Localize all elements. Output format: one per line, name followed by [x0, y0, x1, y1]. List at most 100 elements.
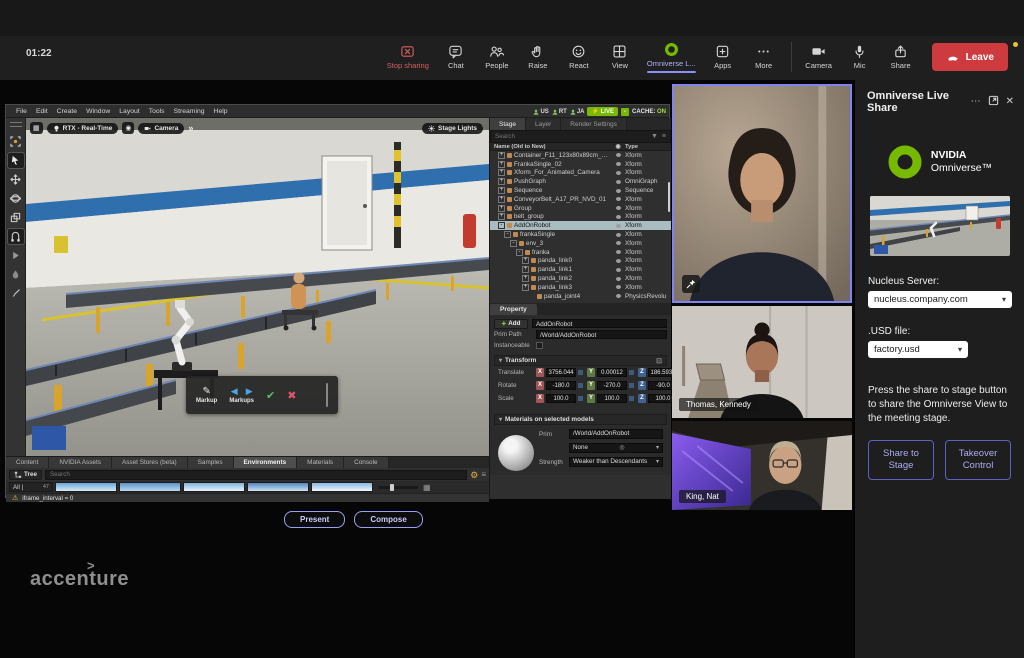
- transform-section-header[interactable]: ▾ Transform ⊡: [494, 355, 667, 366]
- menu-item[interactable]: File: [16, 108, 27, 115]
- chat-button[interactable]: Chat: [442, 44, 470, 70]
- raise-hand-button[interactable]: Raise: [524, 44, 552, 70]
- live-toggle-icon[interactable]: -: [621, 108, 629, 116]
- visibility-eye-icon[interactable]: [611, 268, 625, 272]
- expand-toggle-icon[interactable]: [522, 275, 529, 282]
- x-lock-icon[interactable]: [578, 383, 583, 388]
- toolbar-grip[interactable]: [10, 122, 22, 127]
- visibility-menu-button[interactable]: ◉: [122, 122, 134, 134]
- stage-tree-row[interactable]: panda_link0 Xform: [490, 257, 671, 266]
- y-lock-icon[interactable]: [629, 396, 634, 401]
- more-button[interactable]: More: [750, 44, 778, 70]
- add-property-button[interactable]: +Add: [494, 319, 528, 329]
- snap-tool[interactable]: [8, 229, 24, 244]
- stage-tree-row[interactable]: Xform_For_Animated_Camera Xform: [490, 169, 671, 178]
- expand-toggle-icon[interactable]: [504, 231, 511, 238]
- video-tile[interactable]: Thomas, Kennedy: [672, 306, 852, 418]
- list-options-icon[interactable]: ≡: [662, 133, 666, 140]
- content-browser-tab[interactable]: Materials: [297, 457, 344, 468]
- omniverse-app-tab[interactable]: Omniverse L...: [647, 42, 696, 73]
- stage-tree-row[interactable]: PushGraph OmniGraph: [490, 177, 671, 186]
- video-tile-pinned[interactable]: [672, 84, 852, 303]
- layout-panes-icon[interactable]: ≡: [481, 470, 486, 479]
- materials-section-header[interactable]: ▾ Materials on selected models: [494, 414, 667, 425]
- environment-thumb[interactable]: [247, 482, 309, 492]
- visibility-eye-icon[interactable]: [611, 241, 625, 245]
- environment-thumb[interactable]: [183, 482, 245, 492]
- visibility-eye-icon[interactable]: [611, 277, 625, 281]
- visibility-eye-icon[interactable]: [611, 250, 625, 254]
- takeover-control-button[interactable]: Takeover Control: [945, 440, 1011, 480]
- expand-toggle-icon[interactable]: [498, 205, 505, 212]
- environment-thumb[interactable]: [119, 482, 181, 492]
- leave-button[interactable]: Leave: [932, 43, 1008, 71]
- visibility-eye-icon[interactable]: [611, 224, 625, 228]
- transform-options-icon[interactable]: ⊡: [656, 357, 662, 365]
- visibility-eye-icon[interactable]: [611, 285, 625, 289]
- stage-tree-row[interactable]: panda_joint4 PhysicsRevolu: [490, 292, 671, 301]
- move-tool[interactable]: [8, 172, 24, 187]
- stage-tree-row[interactable]: panda_link1 Xform: [490, 265, 671, 274]
- share-to-stage-button[interactable]: Share to Stage: [868, 440, 934, 480]
- stage-tree-row[interactable]: FrankaSingle_02 Xform: [490, 160, 671, 169]
- view-button[interactable]: View: [606, 44, 634, 70]
- visibility-eye-icon[interactable]: [611, 294, 625, 298]
- react-button[interactable]: React: [565, 44, 593, 70]
- stage-tree-row[interactable]: franka Xform: [490, 248, 671, 257]
- prim-path-field[interactable]: /World/AddOnRobot: [536, 330, 667, 339]
- stage-tree-row[interactable]: panda_link2 Xform: [490, 274, 671, 283]
- stage-tree-row[interactable]: frankaSingle Xform: [490, 230, 671, 239]
- instanceable-checkbox[interactable]: [536, 342, 543, 349]
- panel-more-icon[interactable]: ⋯: [971, 96, 981, 108]
- stage-tree-row[interactable]: belt_group Xform: [490, 213, 671, 222]
- visibility-eye-icon[interactable]: [611, 162, 625, 166]
- live-badge[interactable]: ⚡ LIVE: [587, 107, 618, 116]
- stage-tree-row[interactable]: AddOnRobot Xform: [490, 221, 671, 230]
- settings-gear-icon[interactable]: ⚙: [470, 470, 478, 480]
- viewport-3d[interactable]: ▦ RTX - Real-Time ◉ Camera » Stage Light…: [26, 118, 489, 456]
- renderer-selector[interactable]: RTX - Real-Time: [47, 123, 119, 134]
- approve-markup-icon[interactable]: ✔: [266, 389, 275, 402]
- filter-funnel-icon[interactable]: ▼: [651, 133, 658, 140]
- tree-view-button[interactable]: Tree: [9, 470, 42, 480]
- visibility-eye-icon[interactable]: [611, 215, 625, 219]
- expand-toggle-icon[interactable]: [498, 161, 505, 168]
- visibility-eye-icon[interactable]: [611, 197, 625, 201]
- select-region-tool[interactable]: [8, 134, 24, 149]
- x-lock-icon[interactable]: [578, 396, 583, 401]
- stage-panel-tab[interactable]: Render Settings: [561, 118, 627, 130]
- visibility-eye-icon[interactable]: [611, 233, 625, 237]
- visibility-eye-icon[interactable]: [611, 259, 625, 263]
- stage-tree-scrollbar[interactable]: [668, 182, 670, 212]
- content-browser-tab[interactable]: NVIDIA Assets: [49, 457, 112, 468]
- y-lock-icon[interactable]: [629, 383, 634, 388]
- paint-tool[interactable]: [8, 267, 24, 282]
- prim-name-field[interactable]: AddOnRobot: [532, 319, 667, 328]
- mic-button[interactable]: Mic: [846, 44, 874, 70]
- popout-icon[interactable]: [988, 95, 999, 110]
- menu-item[interactable]: Layout: [119, 108, 139, 115]
- environment-thumb[interactable]: [55, 482, 117, 492]
- expand-toggle-icon[interactable]: [516, 249, 523, 256]
- y-value-field[interactable]: -270.0: [597, 381, 627, 390]
- menu-item[interactable]: Streaming: [174, 108, 205, 115]
- menu-item[interactable]: Window: [86, 108, 110, 115]
- stage-tree-row[interactable]: panda_link3 Xform: [490, 283, 671, 292]
- expand-toolbar-chevron[interactable]: »: [188, 123, 193, 133]
- brush-tool[interactable]: [8, 286, 24, 301]
- reject-markup-icon[interactable]: ✖: [287, 389, 296, 402]
- content-browser-tab[interactable]: Content: [6, 457, 49, 468]
- camera-button[interactable]: Camera: [805, 44, 833, 70]
- strength-dropdown[interactable]: Weaker than Descendants ▾: [569, 457, 663, 467]
- visibility-eye-icon[interactable]: [611, 180, 625, 184]
- camera-selector[interactable]: Camera: [138, 123, 184, 134]
- expand-toggle-icon[interactable]: [522, 257, 529, 264]
- markup-button[interactable]: ✎ Markup: [196, 386, 217, 404]
- expand-toggle-icon[interactable]: [522, 284, 529, 291]
- stage-lights-button[interactable]: Stage Lights: [422, 123, 483, 134]
- expand-toggle-icon[interactable]: [498, 213, 505, 220]
- menu-item[interactable]: Help: [214, 108, 228, 115]
- stage-tree-row[interactable]: ConveyorBelt_A17_PR_NVD_01 Xform: [490, 195, 671, 204]
- markup-scrollbar[interactable]: [326, 383, 328, 407]
- nucleus-server-dropdown[interactable]: nucleus.company.com ▾: [868, 291, 1012, 308]
